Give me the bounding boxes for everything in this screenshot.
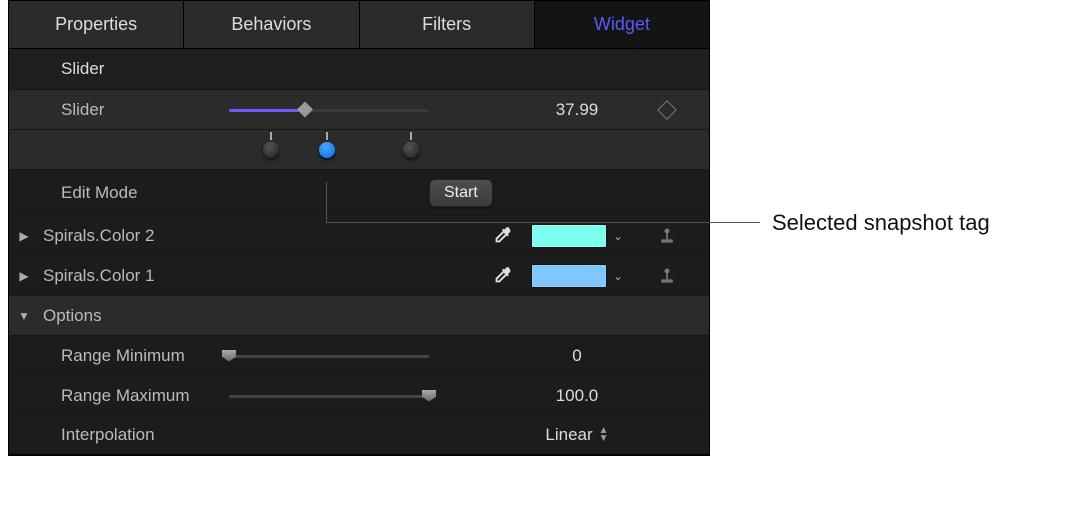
tab-behaviors[interactable]: Behaviors xyxy=(184,1,359,48)
tab-widget[interactable]: Widget xyxy=(535,1,709,48)
section-title-slider: Slider xyxy=(9,49,709,89)
chevron-down-icon[interactable]: ⌄ xyxy=(613,269,623,283)
annotation-text: Selected snapshot tag xyxy=(772,210,990,236)
edit-mode-start-button[interactable]: Start xyxy=(429,179,493,207)
color-swatch[interactable] xyxy=(531,264,607,288)
range-maximum-value[interactable]: 100.0 xyxy=(517,386,637,406)
parameter-row: ▶ Spirals.Color 2 ⌄ xyxy=(9,215,709,255)
eyedropper-icon[interactable] xyxy=(491,265,513,287)
slider-control[interactable] xyxy=(229,100,429,120)
range-minimum-label: Range Minimum xyxy=(39,346,229,366)
parameter-label: Spirals.Color 2 xyxy=(39,226,229,246)
interpolation-row: Interpolation Linear ▲▼ xyxy=(9,415,709,455)
slider-value[interactable]: 37.99 xyxy=(517,100,637,120)
disclosure-triangle-right-icon[interactable]: ▶ xyxy=(9,229,39,243)
rig-icon[interactable] xyxy=(657,226,677,246)
snapshot-tag[interactable] xyxy=(403,142,419,158)
tab-filters[interactable]: Filters xyxy=(360,1,535,48)
interpolation-value: Linear xyxy=(545,425,592,445)
eyedropper-icon[interactable] xyxy=(491,225,513,247)
range-minimum-slider[interactable] xyxy=(229,347,429,365)
color-well[interactable]: ⌄ xyxy=(531,224,623,248)
tab-properties[interactable]: Properties xyxy=(9,1,184,48)
snapshot-tag-selected[interactable] xyxy=(319,142,335,158)
interpolation-label: Interpolation xyxy=(39,425,229,445)
color-swatch[interactable] xyxy=(531,224,607,248)
inspector-tabs: Properties Behaviors Filters Widget xyxy=(9,1,709,49)
edit-mode-row: Edit Mode Start xyxy=(9,169,709,215)
parameter-label: Spirals.Color 1 xyxy=(39,266,229,286)
snapshot-tags-row xyxy=(9,129,709,169)
slider-row: Slider 37.99 xyxy=(9,89,709,129)
rig-icon[interactable] xyxy=(657,266,677,286)
range-maximum-slider[interactable] xyxy=(229,387,429,405)
disclosure-triangle-right-icon[interactable]: ▶ xyxy=(9,269,39,283)
range-minimum-value[interactable]: 0 xyxy=(517,346,637,366)
range-maximum-label: Range Maximum xyxy=(39,386,229,406)
color-well[interactable]: ⌄ xyxy=(531,264,623,288)
popup-arrows-icon: ▲▼ xyxy=(599,427,609,443)
range-maximum-row: Range Maximum 100.0 xyxy=(9,375,709,415)
keyframe-icon[interactable] xyxy=(657,100,677,120)
slider-label: Slider xyxy=(39,100,229,120)
chevron-down-icon[interactable]: ⌄ xyxy=(613,229,623,243)
snapshot-tag[interactable] xyxy=(263,142,279,158)
range-minimum-row: Range Minimum 0 xyxy=(9,335,709,375)
options-label: Options xyxy=(39,306,229,326)
parameter-row: ▶ Spirals.Color 1 ⌄ xyxy=(9,255,709,295)
inspector-panel: Properties Behaviors Filters Widget Slid… xyxy=(8,0,710,456)
edit-mode-label: Edit Mode xyxy=(39,183,229,203)
disclosure-triangle-down-icon[interactable]: ▼ xyxy=(9,309,39,323)
options-header[interactable]: ▼ Options xyxy=(9,295,709,335)
interpolation-popup[interactable]: Linear ▲▼ xyxy=(545,425,608,445)
